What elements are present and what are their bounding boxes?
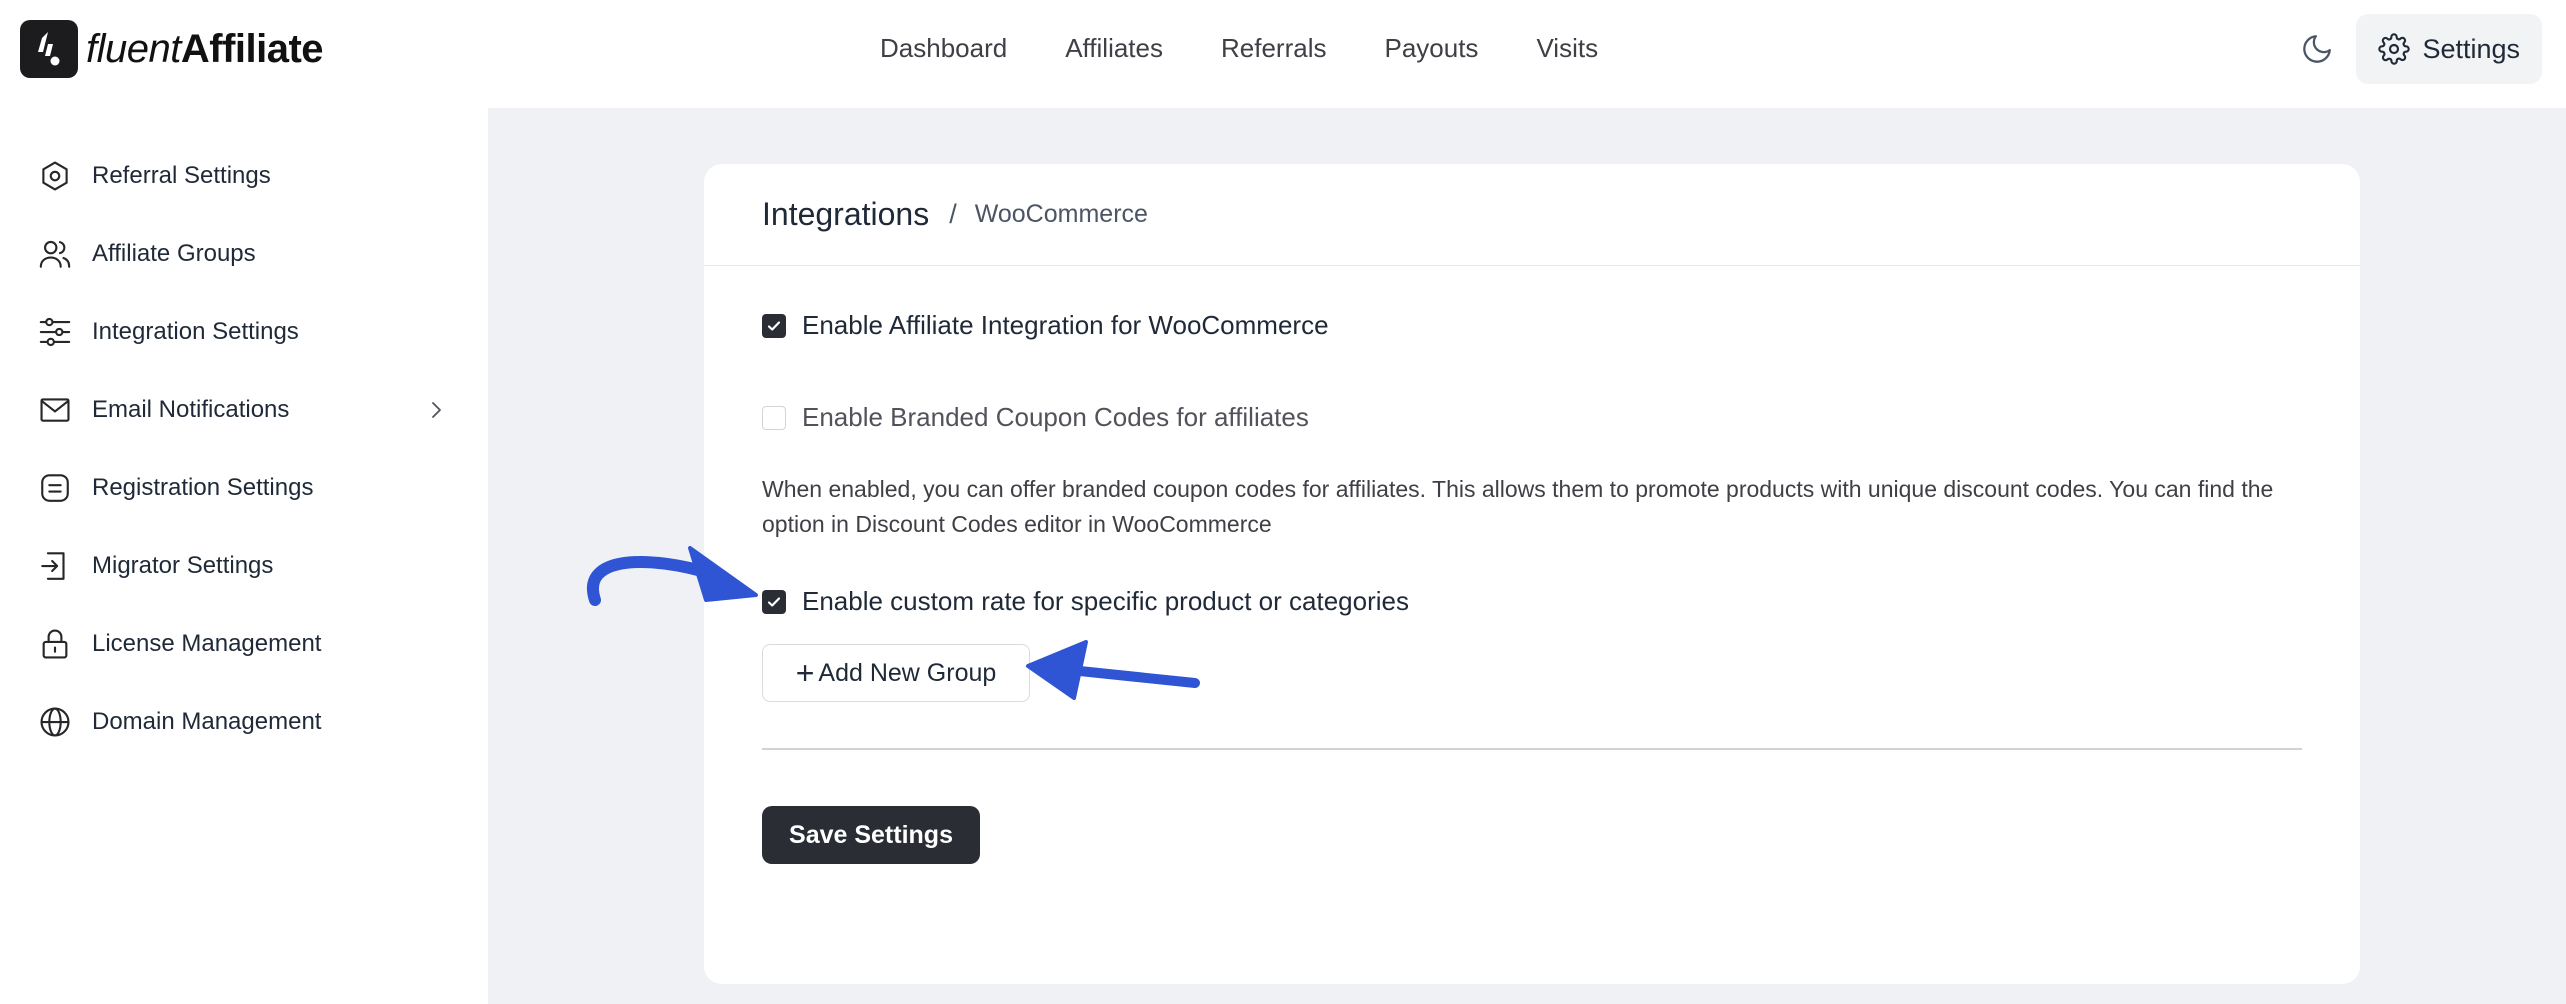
users-icon [39, 240, 71, 268]
sidebar-item-email-notifications[interactable]: Email Notifications [38, 390, 448, 430]
sidebar-item-label: Referral Settings [92, 162, 271, 189]
add-new-group-label: Add New Group [818, 658, 997, 687]
moon-icon [2303, 35, 2332, 63]
breadcrumb: Integrations / WooCommerce [704, 164, 2360, 266]
custom-rate-checkbox[interactable] [762, 589, 786, 614]
sliders-icon [39, 317, 71, 347]
chevron-right-icon [432, 402, 441, 418]
main-content: Integrations / WooCommerce Enable Affili… [488, 108, 2566, 1004]
checkmark-icon [767, 320, 781, 331]
checkmark-icon [767, 596, 781, 607]
brand-name-bold: Affiliate [180, 26, 324, 71]
sidebar-item-domain-management[interactable]: Domain Management [38, 702, 448, 742]
enable-integration-checkbox[interactable] [762, 313, 786, 338]
brand-logo[interactable]: fluentAffiliate [20, 20, 324, 78]
settings-card: Integrations / WooCommerce Enable Affili… [704, 164, 2360, 984]
sidebar-item-integration-settings[interactable]: Integration Settings [38, 312, 448, 352]
add-new-group-button[interactable]: + Add New Group [762, 644, 1030, 702]
sidebar: Referral Settings Affiliate Groups Integ… [0, 108, 488, 1004]
sidebar-item-label: Registration Settings [92, 474, 314, 501]
branded-coupon-checkbox[interactable] [762, 405, 786, 430]
breadcrumb-integrations[interactable]: Integrations [762, 196, 929, 233]
gear-icon [2378, 33, 2411, 65]
branded-coupon-option[interactable]: Enable Branded Coupon Codes for affiliat… [762, 402, 1309, 433]
sidebar-item-license-management[interactable]: License Management [38, 624, 448, 664]
sidebar-item-label: Domain Management [92, 708, 322, 735]
sidebar-item-migrator-settings[interactable]: Migrator Settings [38, 546, 448, 586]
settings-label: Settings [2422, 33, 2520, 64]
divider [762, 748, 2302, 750]
sidebar-item-referral-settings[interactable]: Referral Settings [38, 156, 448, 196]
form-icon [41, 474, 69, 502]
settings-button[interactable]: Settings [2356, 14, 2542, 84]
enable-integration-label: Enable Affiliate Integration for WooComm… [802, 310, 1329, 340]
branded-coupon-label: Enable Branded Coupon Codes for affiliat… [802, 402, 1309, 432]
lock-icon [42, 629, 68, 659]
nav-visits[interactable]: Visits [1536, 30, 1598, 66]
main-nav: Dashboard Affiliates Referrals Payouts V… [880, 30, 1656, 66]
sidebar-item-label: Affiliate Groups [92, 240, 256, 267]
nav-dashboard[interactable]: Dashboard [880, 30, 1007, 66]
nav-affiliates[interactable]: Affiliates [1065, 30, 1163, 66]
branded-coupon-description: When enabled, you can offer branded coup… [762, 476, 2274, 537]
save-settings-button[interactable]: Save Settings [762, 806, 980, 864]
top-bar: fluentAffiliate Dashboard Affiliates Ref… [0, 0, 2566, 108]
sidebar-item-registration-settings[interactable]: Registration Settings [38, 468, 448, 508]
globe-icon [40, 707, 70, 737]
breadcrumb-separator: / [949, 199, 957, 229]
nav-referrals[interactable]: Referrals [1221, 30, 1326, 66]
brand-name-light: fluent [86, 26, 181, 71]
import-icon [41, 552, 65, 580]
enable-integration-option[interactable]: Enable Affiliate Integration for WooComm… [762, 310, 1329, 341]
dark-mode-toggle[interactable] [2292, 24, 2342, 74]
mail-icon [40, 398, 70, 422]
custom-rate-option[interactable]: Enable custom rate for specific product … [762, 586, 1409, 617]
brand-name: fluentAffiliate [86, 26, 324, 72]
custom-rate-label: Enable custom rate for specific product … [802, 586, 1409, 616]
sidebar-item-label: Integration Settings [92, 318, 299, 345]
breadcrumb-current: WooCommerce [974, 200, 1148, 228]
hexagon-gear-icon [42, 161, 68, 191]
plus-icon: + [795, 655, 815, 691]
sidebar-item-label: Migrator Settings [92, 552, 274, 579]
nav-payouts[interactable]: Payouts [1384, 30, 1478, 66]
sidebar-item-affiliate-groups[interactable]: Affiliate Groups [38, 234, 448, 274]
sidebar-item-label: License Management [92, 630, 322, 657]
logo-mark-icon [20, 20, 78, 78]
header-actions: Settings [2292, 14, 2542, 84]
sidebar-item-label: Email Notifications [92, 396, 290, 423]
